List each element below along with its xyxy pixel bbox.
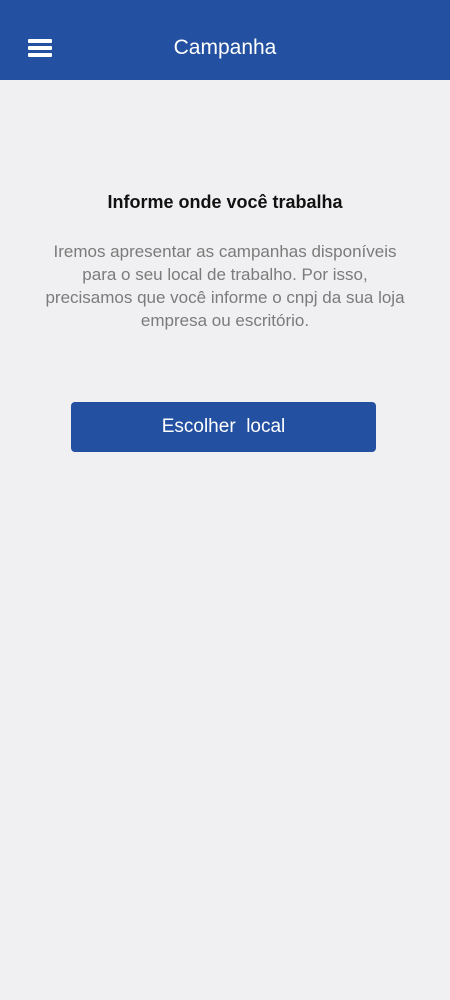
app-header: Campanha — [0, 0, 450, 80]
section-heading: Informe onde você trabalha — [107, 192, 343, 212]
app-screen: Campanha Informe onde você trabalha Irem… — [0, 0, 450, 1000]
choose-location-button[interactable]: Escolher local — [71, 402, 376, 452]
page-title: Campanha — [173, 36, 277, 59]
section-description: Iremos apresentar as campanhas disponíve… — [45, 242, 405, 330]
